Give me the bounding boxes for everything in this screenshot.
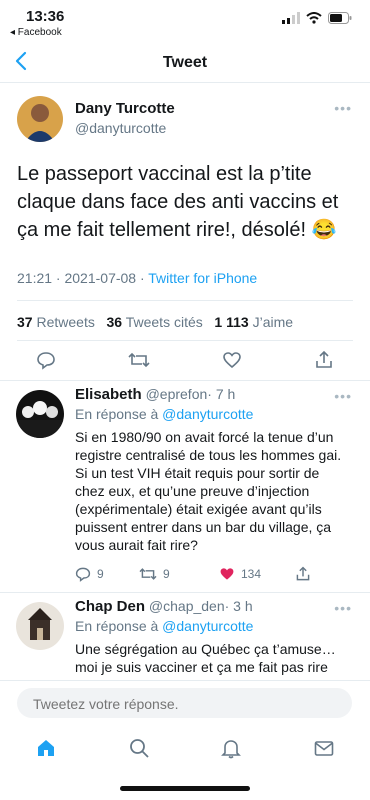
reply-author-handle[interactable]: @eprefon (146, 386, 208, 402)
in-reply-to: En réponse à @danyturcotte (75, 406, 254, 422)
divider (17, 340, 353, 341)
divider (17, 300, 353, 301)
home-icon (38, 739, 55, 756)
share-icon (316, 350, 332, 368)
reply-tweet[interactable]: Elisabeth @eprefon· 7 h ••• En réponse à… (0, 382, 370, 592)
heart-icon (223, 352, 241, 369)
tweet-text: Le passeport vaccinal est la p’tite claq… (17, 163, 339, 241)
author-name[interactable]: Dany Turcotte (75, 100, 175, 117)
tweet-actions (0, 350, 370, 370)
reply-author-handle[interactable]: @chap_den (149, 598, 225, 614)
bell-icon (221, 739, 242, 758)
tweet-meta: 21:21 · 2021-07-08 · Twitter for iPhone (17, 270, 257, 286)
reply-author-name[interactable]: Chap Den (75, 598, 145, 615)
share-button[interactable] (314, 350, 334, 370)
tab-messages[interactable] (313, 737, 335, 764)
quotes-stat[interactable]: 36 Tweets cités (107, 314, 203, 330)
more-options-icon[interactable]: ••• (334, 100, 352, 116)
retweet-icon (139, 568, 157, 580)
status-bar: 13:36 ◂ Facebook (0, 0, 370, 44)
reply-text: Si en 1980/90 on avait forcé la tenue d’… (75, 429, 342, 553)
author-handle[interactable]: @danyturcotte (75, 120, 166, 136)
reply-icon (37, 352, 55, 370)
system-icons (282, 12, 352, 24)
wifi-icon (306, 12, 322, 24)
heart-filled-icon (220, 568, 234, 580)
tweet-source-link[interactable]: Twitter for iPhone (148, 270, 257, 286)
reply-author-name[interactable]: Elisabeth (75, 386, 142, 403)
mention-link[interactable]: @danyturcotte (162, 618, 253, 634)
cellular-signal-icon (282, 12, 300, 24)
author-avatar[interactable] (17, 96, 63, 142)
envelope-icon (314, 740, 334, 756)
more-options-icon[interactable]: ••• (334, 388, 352, 404)
retweet-button[interactable]: 9 (139, 566, 219, 582)
divider (0, 380, 370, 381)
home-indicator (120, 786, 250, 791)
share-button[interactable] (295, 566, 311, 582)
likes-stat[interactable]: 1 113 J’aime (214, 314, 293, 330)
reply-icon (75, 567, 91, 582)
tweet-timestamp: 21:21 · 2021-07-08 · (17, 270, 149, 286)
page-title: Tweet (162, 54, 208, 71)
back-to-facebook-link[interactable]: ◂ Facebook (10, 27, 62, 38)
reply-header: Elisabeth @eprefon· 7 h (75, 386, 235, 403)
tweet-stats: 37 Retweets 36 Tweets cités 1 113 J’aime (17, 314, 293, 330)
status-time: 13:36 (26, 8, 65, 25)
search-icon (129, 738, 149, 758)
reply-actions: 9 9 134 (75, 566, 311, 582)
tab-bar (0, 728, 370, 772)
more-options-icon[interactable]: ••• (334, 600, 352, 616)
reply-button[interactable] (36, 350, 56, 370)
retweet-icon (128, 352, 150, 368)
in-reply-to: En réponse à @danyturcotte (75, 618, 254, 634)
reply-input[interactable] (31, 695, 335, 713)
reply-count: 9 (97, 567, 104, 581)
navigation-bar: Tweet (0, 44, 370, 83)
reply-header: Chap Den @chap_den· 3 h (75, 598, 253, 615)
like-button[interactable]: 134 (219, 566, 295, 582)
reply-button[interactable]: 9 (75, 566, 139, 582)
like-button[interactable] (222, 350, 242, 370)
tab-notifications[interactable] (220, 737, 242, 764)
retweet-count: 9 (163, 567, 170, 581)
battery-icon (328, 12, 352, 24)
reply-time: · 7 h (207, 386, 236, 402)
tab-search[interactable] (128, 737, 150, 764)
retweets-stat[interactable]: 37 Retweets (17, 314, 95, 330)
divider (0, 592, 370, 593)
reply-text: Une ségrégation au Québec ça t’amuse… mo… (75, 641, 336, 675)
reply-composer[interactable] (17, 688, 352, 718)
mention-link[interactable]: @danyturcotte (162, 406, 253, 422)
like-count: 134 (241, 567, 262, 581)
retweet-button[interactable] (128, 350, 150, 370)
share-icon (296, 566, 310, 581)
reply-avatar[interactable] (16, 390, 64, 438)
tab-home[interactable] (35, 737, 57, 764)
reply-tweet[interactable]: Chap Den @chap_den· 3 h ••• En réponse à… (0, 594, 370, 680)
reply-avatar[interactable] (16, 602, 64, 650)
divider (0, 680, 370, 681)
reply-time: · 3 h (224, 598, 253, 614)
